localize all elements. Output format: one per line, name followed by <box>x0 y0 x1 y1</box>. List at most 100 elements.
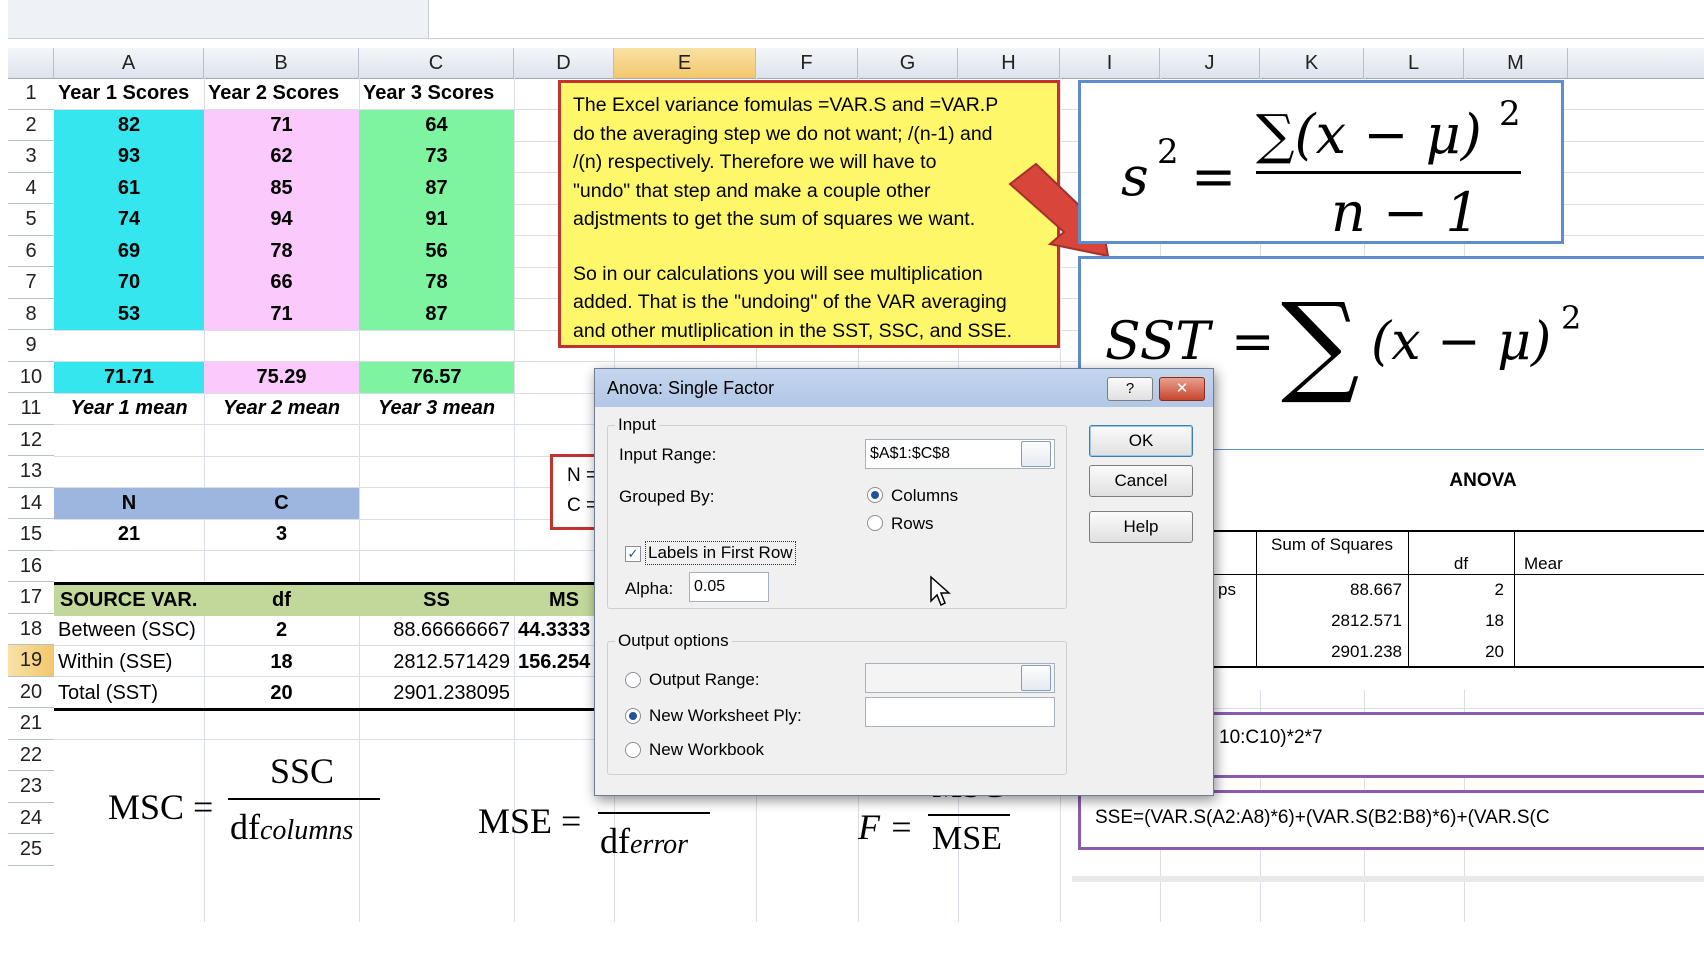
row-header[interactable]: 21 <box>8 708 54 740</box>
row-header[interactable]: 16 <box>8 551 54 582</box>
score-cell[interactable]: 87 <box>359 172 514 204</box>
rows-radio[interactable] <box>867 515 883 531</box>
new-worksheet-radio[interactable] <box>625 708 641 724</box>
column-header-j[interactable]: J <box>1160 48 1260 78</box>
help-button-titlebar[interactable]: ? <box>1107 377 1153 401</box>
select-all-corner[interactable] <box>8 48 54 78</box>
name-box[interactable] <box>8 0 429 39</box>
score-cell[interactable]: 70 <box>54 267 204 299</box>
mean-cell[interactable]: 71.71 <box>54 361 204 393</box>
score-cell[interactable]: 53 <box>54 298 204 330</box>
row-header[interactable]: 7 <box>8 267 54 299</box>
column-header-a[interactable]: A <box>54 48 204 78</box>
score-cell[interactable]: 69 <box>54 235 204 267</box>
output-range-radio[interactable] <box>625 672 641 688</box>
close-button[interactable]: ✕ <box>1159 377 1205 401</box>
score-cell[interactable]: 85 <box>204 172 359 204</box>
score-cell[interactable]: 66 <box>204 267 359 299</box>
score-cell[interactable]: 61 <box>54 172 204 204</box>
score-cell[interactable]: 78 <box>204 235 359 267</box>
column-header-d[interactable]: D <box>514 48 614 78</box>
columns-radio[interactable] <box>867 487 883 503</box>
row-header[interactable]: 3 <box>8 141 54 173</box>
n-value-cell[interactable]: 21 <box>54 519 204 551</box>
score-cell[interactable]: 62 <box>204 141 359 173</box>
mean-label[interactable]: Year 1 mean <box>54 393 204 425</box>
n-label-cell[interactable]: N <box>54 487 204 519</box>
source-name[interactable]: Between (SSC) <box>54 615 204 647</box>
column-header-m[interactable]: M <box>1464 48 1568 78</box>
row-header[interactable]: 6 <box>8 236 54 267</box>
rows-radio-label[interactable]: Rows <box>891 514 934 534</box>
new-workbook-radio[interactable] <box>625 742 641 758</box>
row-header[interactable]: 4 <box>8 173 54 204</box>
column-header-b[interactable]: B <box>204 48 359 78</box>
column-header-k[interactable]: K <box>1260 48 1364 78</box>
ss-header[interactable]: SS <box>359 584 514 616</box>
row-header[interactable]: 25 <box>8 834 54 866</box>
column-header-f[interactable]: F <box>756 48 858 78</box>
source-ss[interactable]: 2901.238095 <box>359 678 514 710</box>
explanation-note[interactable]: The Excel variance fomulas =VAR.S and =V… <box>558 80 1060 348</box>
row-header[interactable]: 20 <box>8 677 54 708</box>
mean-cell[interactable]: 75.29 <box>204 361 359 393</box>
labels-checkbox[interactable]: ✓ <box>625 546 641 562</box>
score-cell[interactable]: 74 <box>54 204 204 236</box>
row-header[interactable]: 1 <box>8 78 54 110</box>
column-header-g[interactable]: G <box>858 48 958 78</box>
source-df[interactable]: 2 <box>204 615 359 647</box>
range-picker-icon[interactable] <box>1021 441 1051 467</box>
score-cell[interactable]: 82 <box>54 109 204 141</box>
df-header[interactable]: df <box>204 584 359 616</box>
ok-button[interactable]: OK <box>1089 425 1193 457</box>
column-header-l[interactable]: L <box>1364 48 1464 78</box>
source-name[interactable]: Within (SSE) <box>54 647 204 679</box>
score-cell[interactable]: 71 <box>204 298 359 330</box>
score-cell[interactable]: 56 <box>359 235 514 267</box>
sse-formula-box[interactable]: SSE=(VAR.S(A2:A8)*6)+(VAR.S(B2:B8)*6)+(V… <box>1078 790 1704 850</box>
row-header[interactable]: 5 <box>8 204 54 236</box>
row-header[interactable]: 2 <box>8 110 54 141</box>
source-ss[interactable]: 2812.571429 <box>359 647 514 679</box>
score-cell[interactable]: 93 <box>54 141 204 173</box>
column-header-c[interactable]: C <box>359 48 514 78</box>
score-cell[interactable]: 94 <box>204 204 359 236</box>
labels-checkbox-label[interactable]: Labels in First Row <box>645 541 796 565</box>
score-cell[interactable]: 64 <box>359 109 514 141</box>
mean-label[interactable]: Year 2 mean <box>204 393 359 425</box>
row-header[interactable]: 14 <box>8 488 54 519</box>
row-header[interactable]: 17 <box>8 582 54 614</box>
column-header-h[interactable]: H <box>958 48 1060 78</box>
score-cell[interactable]: 78 <box>359 267 514 299</box>
output-range-label[interactable]: Output Range: <box>649 670 760 690</box>
source-df[interactable]: 18 <box>204 647 359 679</box>
score-cell[interactable]: 71 <box>204 109 359 141</box>
header-year3[interactable]: Year 3 Scores <box>359 78 514 110</box>
row-header[interactable]: 22 <box>8 740 54 771</box>
anova-dialog[interactable]: Anova: Single Factor ? ✕ Input Input Ran… <box>594 368 1214 796</box>
row-header[interactable]: 10 <box>8 362 54 393</box>
c-label-cell[interactable]: C <box>204 487 359 519</box>
score-cell[interactable]: 87 <box>359 298 514 330</box>
columns-radio-label[interactable]: Columns <box>891 486 958 506</box>
row-header[interactable]: 8 <box>8 299 54 330</box>
row-header[interactable]: 18 <box>8 614 54 645</box>
header-year1[interactable]: Year 1 Scores <box>54 78 204 110</box>
formula-bar[interactable] <box>430 0 1704 39</box>
source-name[interactable]: Total (SST) <box>54 678 204 710</box>
source-header[interactable]: SOURCE VAR. <box>54 584 204 616</box>
source-df[interactable]: 20 <box>204 678 359 710</box>
header-year2[interactable]: Year 2 Scores <box>204 78 359 110</box>
row-header[interactable]: 15 <box>8 519 54 551</box>
row-header[interactable]: 11 <box>8 393 54 425</box>
help-button[interactable]: Help <box>1089 511 1193 543</box>
new-worksheet-label[interactable]: New Worksheet Ply: <box>649 706 802 726</box>
source-ss[interactable]: 88.66666667 <box>359 615 514 647</box>
dialog-titlebar[interactable]: Anova: Single Factor ? ✕ <box>595 369 1213 407</box>
mean-cell[interactable]: 76.57 <box>359 361 514 393</box>
cancel-button[interactable]: Cancel <box>1089 465 1193 497</box>
mean-label[interactable]: Year 3 mean <box>359 393 514 425</box>
score-cell[interactable]: 73 <box>359 141 514 173</box>
row-header[interactable]: 12 <box>8 425 54 456</box>
new-workbook-label[interactable]: New Workbook <box>649 740 764 760</box>
